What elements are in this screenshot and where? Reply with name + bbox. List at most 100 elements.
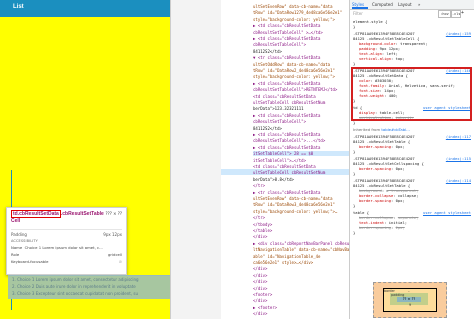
tab-more[interactable]: » <box>418 2 420 7</box>
dom-node-line[interactable]: style="background-color: yellow;"> <box>253 17 349 22</box>
dom-node-line[interactable]: ▶ <div class="cbReportNavBarPanel cbResu… <box>253 241 349 246</box>
dom-node-line[interactable]: </tr> <box>253 183 349 188</box>
dom-node-line[interactable]: </div> <box>253 273 349 278</box>
dom-node-line[interactable]: tRow" id="DataRow2_4e48ca6e56e2e1" <box>253 68 349 73</box>
cls-toggle-button[interactable]: .cls <box>451 10 461 18</box>
styles-pane[interactable]: Styles Computed Layout » Filter :hov .cl… <box>349 0 474 319</box>
page-title: List <box>13 4 24 10</box>
dom-node-line[interactable]: </div> <box>253 311 349 316</box>
dom-node-selected[interactable]: itSetTableCell"> 28 == $0 <box>253 151 349 157</box>
dom-node-line[interactable]: ultSetTableCell cbResultSetNum <box>253 100 349 105</box>
choice-line: 3. Choice 3 Excepteur sint occaecat cupi… <box>12 291 138 296</box>
dom-node-line[interactable]: ▶ <td class="cbResultSetData <box>253 145 349 150</box>
tooltip-role-value: gridcell <box>108 252 122 257</box>
inspect-tooltip: td.cbResultSetData .cbResultSetTable ??? … <box>6 207 127 275</box>
tooltip-padding: Padding 9px 12px <box>11 229 122 237</box>
box-model-padding-value: 9 <box>409 303 412 307</box>
dom-node-line[interactable]: </div> <box>253 234 349 239</box>
tooltip-size: ??? × ?? <box>105 211 122 216</box>
tab-computed[interactable]: Computed <box>372 2 393 7</box>
tooltip-padding-label: Padding <box>11 232 27 237</box>
dom-node-line[interactable]: cbResultSetTableCell">...</td> <box>253 138 349 143</box>
highlight-annotation-box <box>351 67 472 121</box>
dom-node-line[interactable]: ▶ <td class="cbResultSetData <box>253 23 349 28</box>
choice-line: 2. Choice 2 Duis aute irure dolor in rep… <box>12 284 136 289</box>
dom-node-line[interactable]: berData">123.32321111 <box>253 106 349 111</box>
dom-node-line[interactable]: ▶ <td class="cbResultSetData <box>253 36 349 41</box>
dom-node-line[interactable]: ▶ <tr class="cbResultSetData <box>253 190 349 195</box>
tooltip-selector: td.cbResultSetData .cbResultSetTable <box>11 210 104 218</box>
dom-node-line[interactable]: cbResultSetTableCell"> <box>253 42 349 47</box>
styles-tabbar: Styles Computed Layout » <box>350 0 474 10</box>
dom-node-line[interactable]: ca6e56e2e1" style>…</div> <box>253 260 349 265</box>
dom-node-line[interactable]: </div> <box>253 266 349 271</box>
page-viewport: List td.cbResultSetData .cbResultSetTable… <box>0 0 170 319</box>
box-model-content: ?? × ?? <box>397 297 421 302</box>
selector-text[interactable]: } <box>353 61 355 66</box>
rule-selector: } <box>353 230 471 235</box>
dom-node-line[interactable]: </div> <box>253 298 349 303</box>
active-tab-indicator <box>352 7 368 9</box>
dom-node-line[interactable]: <td class="cbResultSetData <box>253 164 349 169</box>
dom-node-line[interactable]: ultSetTableCell cbResultSetNum <box>253 170 349 175</box>
inherited-text: Inherited from <box>353 127 381 132</box>
dom-node-line[interactable]: ▶ <td class="cbResultSetData <box>253 81 349 86</box>
dom-node-line[interactable]: </div> <box>253 286 349 291</box>
dom-node-line[interactable]: </tr> <box>253 215 349 220</box>
rule-selector: } <box>353 203 471 208</box>
dom-node-line[interactable]: ultSetEvenRow" data-cb-name="data <box>253 4 349 9</box>
dom-node-line[interactable]: itSetTableCell">…</td> <box>253 158 349 163</box>
elements-gutter <box>171 0 221 319</box>
dom-node-line[interactable]: ▶ <td class="cbResultSetData <box>253 113 349 118</box>
dom-node-line[interactable]: 84112S2</td> <box>253 126 349 131</box>
dom-node-line[interactable]: </div> <box>253 279 349 284</box>
hov-toggle-button[interactable]: :hov <box>438 10 451 18</box>
rule-selector: } <box>353 61 471 66</box>
dom-node-line[interactable]: able" id="NavigationTable_4e <box>253 254 349 259</box>
page-header: List <box>0 0 170 17</box>
styles-filter-input[interactable]: Filter <box>353 11 363 16</box>
selector-text[interactable]: } <box>353 203 355 208</box>
tooltip-padding-value: 9px 12px <box>103 232 122 237</box>
elements-panel[interactable]: ultSetEvenRow" data-cb-name="data tRow" i… <box>171 0 349 319</box>
tooltip-selector-highlight: td.cbResultSetData <box>11 210 61 218</box>
dom-node-line[interactable]: style="background-color: yellow;">… <box>253 209 349 214</box>
dom-node-line[interactable]: </tbody> <box>253 222 349 227</box>
tooltip-accessibility-header: ACCESSIBILITY <box>11 239 38 243</box>
dom-node-line[interactable]: cbResultSetTableCell"> <box>253 119 349 124</box>
not-focusable-icon: ⊘ <box>118 259 122 264</box>
inherited-link[interactable]: table#cbTabl… <box>381 127 410 132</box>
tooltip-role: Role gridcell <box>11 252 122 257</box>
selector-text[interactable]: } <box>353 230 355 235</box>
tooltip-keyboard-label: Keyboard-focusable <box>11 259 49 264</box>
dom-node-line[interactable]: cbResultSetTableCell" >…</td> <box>253 30 349 35</box>
selector-text[interactable]: } <box>353 149 355 154</box>
dom-node-line[interactable]: ltNavigationTable" data-cb-name="cbNavBa… <box>253 247 349 252</box>
dom-node-line[interactable]: tRow" id="DataRow3_4e48ca6e56e2e1" <box>253 202 349 207</box>
dom-node-line[interactable]: ultSetEvenRow" data-cb-name="data <box>253 196 349 201</box>
dom-node-line[interactable]: <footer> <box>253 292 349 297</box>
tooltip-name-label: Name <box>11 245 23 250</box>
dom-node-line[interactable]: <td class="cbResultSetData <box>253 94 349 99</box>
dom-node-line[interactable]: 84112S2</td> <box>253 49 349 54</box>
selector-text[interactable]: } <box>353 24 355 29</box>
selector-text[interactable]: } <box>353 171 355 176</box>
tooltip-selector-rest: .cbResultSetTable <box>60 211 104 217</box>
dom-node-line[interactable]: berData">8.8</td> <box>253 177 349 182</box>
tooltip-selector-sub: Cell <box>11 218 21 224</box>
tab-layout[interactable]: Layout <box>398 2 412 7</box>
inherited-from-label: Inherited from table#cbTabl… <box>353 127 471 132</box>
dom-node-line[interactable]: ▼ <tr class="cbResultSetData <box>253 55 349 60</box>
dom-node-line[interactable]: ultSetOddRow" data-cb-name="data <box>253 62 349 67</box>
rule-selector: } <box>353 171 471 176</box>
dom-node-line[interactable]: </table> <box>253 228 349 233</box>
dom-node-line[interactable]: ▶ <td class="cbResultSetData <box>253 132 349 137</box>
choice-line: 1. Choice 1 Lorem ipsum dolor sit amet, … <box>12 277 139 282</box>
tooltip-keyboard: Keyboard-focusable ⊘ <box>11 259 122 264</box>
new-rule-button[interactable]: + <box>461 10 467 16</box>
highlighted-cell[interactable]: 1. Choice 1 Lorem ipsum dolor sit amet, … <box>8 275 170 299</box>
dom-node-line[interactable]: tRow" id="DataRow1279_4e48ca6e56e2e1" <box>253 10 349 15</box>
dom-node-line[interactable]: style="background-color: yellow;"> <box>253 74 349 79</box>
dom-node-line[interactable]: cbResultSetTableCell">RETNTEMJ</td> <box>253 87 349 92</box>
dom-node-line[interactable]: ▶ <footer> <box>253 305 349 310</box>
